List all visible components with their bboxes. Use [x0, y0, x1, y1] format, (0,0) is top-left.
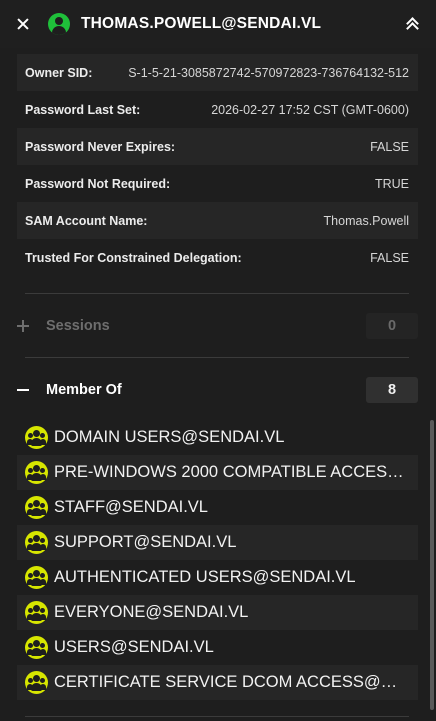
member-of-section-header[interactable]: Member Of 8 [17, 376, 418, 404]
group-icon [25, 461, 48, 484]
group-icon [25, 601, 48, 624]
sessions-count-badge: 0 [366, 313, 418, 339]
properties-table: Owner SID: S-1-5-21-3085872742-570972823… [17, 54, 418, 276]
member-of-label: Member Of [46, 382, 122, 398]
property-key: Password Last Set: [25, 102, 141, 117]
property-value: TRUE [374, 176, 409, 191]
property-key: SAM Account Name: [25, 213, 148, 228]
group-icon [25, 636, 48, 659]
group-name: STAFF@SENDAI.VL [54, 498, 208, 516]
group-list-item[interactable]: AUTHENTICATED USERS@SENDAI.VL [17, 560, 418, 595]
divider [25, 293, 409, 294]
group-name: AUTHENTICATED USERS@SENDAI.VL [54, 568, 356, 586]
node-title: THOMAS.POWELL@SENDAI.VL [81, 15, 322, 32]
minus-icon[interactable] [17, 383, 31, 397]
user-icon [48, 13, 70, 35]
property-key: Password Never Expires: [25, 139, 176, 154]
scrollbar[interactable] [430, 420, 434, 710]
header: THOMAS.POWELL@SENDAI.VL [0, 0, 436, 48]
sessions-section-header[interactable]: Sessions 0 [17, 312, 418, 340]
member-of-count-badge: 8 [366, 377, 418, 403]
group-list-item[interactable]: USERS@SENDAI.VL [17, 630, 418, 665]
group-list-item[interactable]: DOMAIN USERS@SENDAI.VL [17, 420, 418, 455]
group-name: SUPPORT@SENDAI.VL [54, 533, 237, 551]
group-name: DOMAIN USERS@SENDAI.VL [54, 428, 285, 446]
group-icon [25, 671, 48, 694]
group-list-item[interactable]: PRE-WINDOWS 2000 COMPATIBLE ACCESS@SENDA… [17, 455, 418, 490]
property-value: FALSE [370, 139, 409, 154]
double-chevron-up-icon[interactable] [406, 17, 420, 35]
member-of-list: DOMAIN USERS@SENDAI.VL PRE-WINDOWS 2000 … [17, 420, 418, 700]
property-key: Password Not Required: [25, 176, 171, 191]
property-row: Owner SID: S-1-5-21-3085872742-570972823… [17, 54, 418, 91]
property-value: 2026-02-27 17:52 CST (GMT-0600) [211, 102, 409, 117]
sessions-label: Sessions [46, 318, 110, 334]
group-list-item[interactable]: CERTIFICATE SERVICE DCOM ACCESS@SENDAI.V… [17, 665, 418, 700]
group-list-item[interactable]: STAFF@SENDAI.VL [17, 490, 418, 525]
group-name: PRE-WINDOWS 2000 COMPATIBLE ACCESS@SENDA… [54, 463, 406, 481]
group-name: USERS@SENDAI.VL [54, 638, 214, 656]
property-key: Trusted For Constrained Delegation: [25, 250, 242, 265]
group-list-item[interactable]: SUPPORT@SENDAI.VL [17, 525, 418, 560]
property-value: FALSE [370, 250, 409, 265]
group-name: EVERYONE@SENDAI.VL [54, 603, 249, 621]
property-row: Password Last Set: 2026-02-27 17:52 CST … [17, 91, 418, 128]
property-key: Owner SID: [25, 65, 93, 80]
group-list-item[interactable]: EVERYONE@SENDAI.VL [17, 595, 418, 630]
divider [25, 357, 409, 358]
property-value: S-1-5-21-3085872742-570972823-736764132-… [128, 65, 409, 80]
group-icon [25, 426, 48, 449]
group-name: CERTIFICATE SERVICE DCOM ACCESS@SENDAI.V… [54, 673, 406, 691]
close-icon[interactable] [15, 16, 31, 32]
property-row: Password Never Expires: FALSE [17, 128, 418, 165]
plus-icon[interactable] [17, 319, 31, 333]
group-icon [25, 496, 48, 519]
property-row: Trusted For Constrained Delegation: FALS… [17, 239, 418, 276]
property-row: SAM Account Name: Thomas.Powell [17, 202, 418, 239]
property-row: Password Not Required: TRUE [17, 165, 418, 202]
group-icon [25, 531, 48, 554]
group-icon [25, 566, 48, 589]
property-value: Thomas.Powell [323, 213, 409, 228]
divider [25, 716, 409, 717]
